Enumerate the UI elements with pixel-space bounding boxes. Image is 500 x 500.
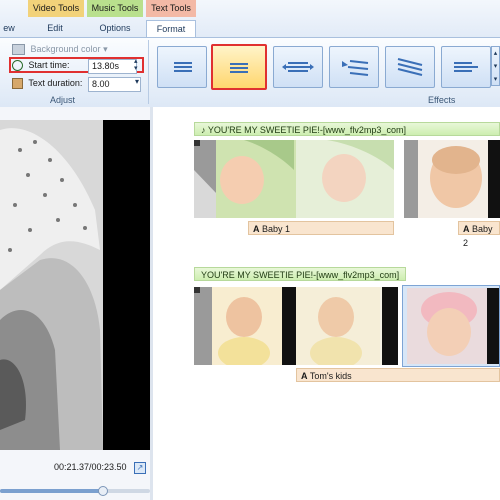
tab-options[interactable]: Options (88, 20, 142, 37)
clock-icon (12, 60, 23, 72)
baby-photo-4 (407, 288, 499, 364)
effect-button-2-selected[interactable] (211, 44, 267, 90)
text-caption-icon: A (463, 224, 470, 234)
text-duration-input[interactable]: 8.00 (88, 77, 141, 92)
caption-clip-2[interactable]: A Baby 2 (458, 221, 500, 248)
expand-icon[interactable]: ↗ (134, 462, 146, 474)
music-track-2-title: YOU'RE MY SWEETIE PIE!-[www_flv2mp3_com] (201, 270, 400, 280)
text-duration-label: Text duration: (28, 78, 83, 88)
baby-photo-2 (404, 140, 500, 218)
start-time-spinner[interactable]: ▴ ▾ (134, 58, 138, 72)
effect-button-3[interactable] (273, 46, 323, 88)
slanted-lines-icon (397, 58, 423, 76)
background-color-label: Background color (30, 44, 101, 54)
adjust-group-label: Adjust (50, 95, 76, 105)
background-color-button[interactable]: Background color ▾ (12, 42, 108, 56)
lines-icon (174, 62, 192, 72)
arrows-in-icon (282, 62, 314, 72)
start-time-row: Start time: (12, 58, 70, 72)
seek-bar-progress (0, 489, 104, 493)
music-track-2[interactable]: YOU'RE MY SWEETIE PIE!-[www_flv2mp3_com] (194, 267, 406, 281)
text-caption-icon: A (253, 224, 260, 234)
start-time-input[interactable]: 13.80s (88, 59, 137, 74)
effect-button-1[interactable] (157, 46, 207, 88)
text-caption-icon: A (301, 371, 308, 381)
clip-thumbnail-4-selected[interactable] (402, 285, 500, 367)
hourglass-icon (12, 78, 23, 90)
tab-view[interactable]: ew (0, 20, 18, 37)
baby-photo-1 (194, 140, 394, 218)
preview-image (0, 120, 103, 450)
clip-thumbnail-2[interactable] (404, 140, 500, 218)
context-tab-text-tools[interactable]: Text Tools (146, 0, 196, 17)
effect-button-5[interactable] (385, 46, 435, 88)
music-note-icon: ♪ (201, 125, 208, 135)
start-time-label: Start time: (28, 60, 70, 70)
caption-clip-1[interactable]: A Baby 1 (248, 221, 394, 235)
dropdown-arrow-icon: ▾ (103, 44, 108, 54)
effect-button-6[interactable] (441, 46, 491, 88)
paint-bucket-icon (12, 44, 25, 56)
caption-clip-3[interactable]: A Tom's kids (296, 368, 500, 382)
fly-in-icon (342, 60, 369, 76)
clip-thumbnail-3[interactable] (194, 287, 398, 365)
lines-icon (230, 63, 248, 73)
tab-edit[interactable]: Edit (30, 20, 80, 37)
ribbon-tab-bar: Video Tools Music Tools Text Tools ew Ed… (0, 0, 500, 39)
baby-photo-3 (194, 287, 398, 365)
preview-time: 00:21.37/00:23.50 (54, 462, 127, 472)
caption-1-text: Baby 1 (262, 224, 291, 234)
context-tab-video-tools[interactable]: Video Tools (28, 0, 84, 17)
music-track-1[interactable]: ♪ YOU'RE MY SWEETIE PIE!-[www_flv2mp3_co… (194, 122, 500, 136)
dropdown-arrow-icon[interactable]: ▾ (135, 77, 139, 86)
caption-3-text: Tom's kids (309, 371, 352, 381)
music-track-1-title: YOU'RE MY SWEETIE PIE!-[www_flv2mp3_com] (207, 125, 406, 135)
effect-button-4[interactable] (329, 46, 379, 88)
context-tab-music-tools[interactable]: Music Tools (87, 0, 143, 17)
clip-thumbnail-1[interactable] (194, 140, 394, 218)
effects-group-label: Effects (428, 95, 456, 105)
seek-thumb[interactable] (98, 486, 108, 496)
effects-scroll[interactable]: ▴ ▾ ▾ (491, 46, 500, 86)
text-duration-row: Text duration: (12, 76, 82, 90)
group-divider (148, 40, 149, 104)
align-left-icon (454, 62, 478, 72)
video-preview (0, 120, 150, 450)
pane-splitter[interactable] (150, 107, 153, 500)
